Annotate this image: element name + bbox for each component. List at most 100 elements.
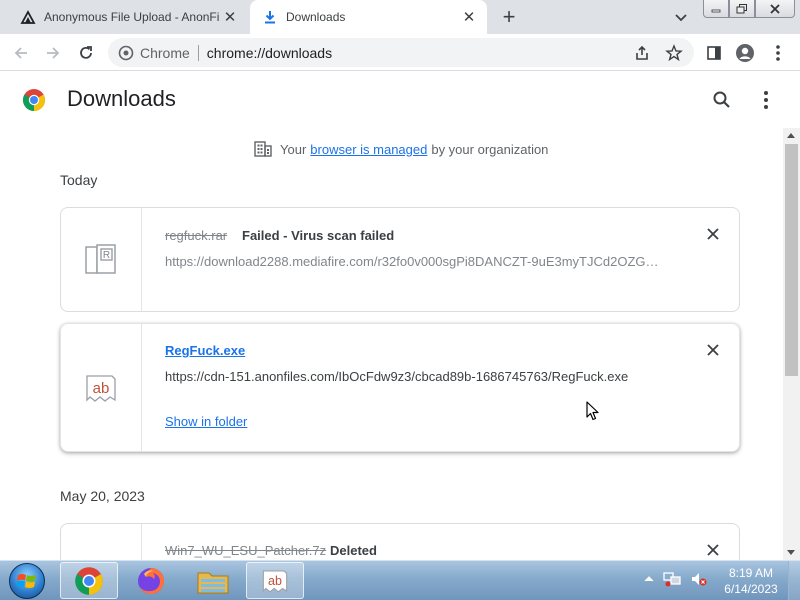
download-status: Deleted — [330, 543, 377, 558]
download-status: Failed - Virus scan failed — [242, 228, 395, 243]
network-icon[interactable] — [663, 571, 681, 587]
file-explorer-icon — [197, 572, 229, 593]
tab-strip: Anonymous File Upload - AnonFiles ✕ Down… — [0, 0, 800, 34]
clock-time: 8:19 AM — [728, 566, 774, 580]
share-button[interactable] — [629, 40, 655, 66]
close-tab-icon[interactable]: ✕ — [459, 7, 479, 27]
taskbar-regfuck-app[interactable]: ab — [246, 562, 304, 599]
site-label: Chrome — [140, 44, 190, 61]
volume-muted-icon[interactable] — [690, 571, 708, 587]
file-icon-panel: ab — [61, 324, 142, 451]
show-desktop-button[interactable] — [788, 561, 800, 600]
remove-download-button[interactable] — [703, 540, 723, 560]
url-text[interactable]: chrome://downloads — [207, 45, 332, 61]
tab-search-chevron-icon[interactable] — [672, 8, 690, 26]
kebab-menu-icon — [776, 45, 780, 61]
windows-taskbar: ab 8:19 AM 6/14/2023 — [0, 560, 800, 600]
downloads-menu-button[interactable] — [756, 89, 776, 111]
taskbar-firefox[interactable] — [122, 562, 180, 599]
anonfiles-icon — [20, 9, 36, 25]
star-icon — [665, 44, 683, 62]
share-icon — [636, 45, 648, 60]
remove-download-button[interactable] — [703, 224, 723, 244]
taskbar-clock[interactable]: 8:19 AM 6/14/2023 — [716, 565, 786, 597]
browser-managed-link[interactable]: browser is managed — [310, 142, 427, 157]
svg-text:ab: ab — [268, 574, 282, 588]
file-source-url[interactable]: https://cdn-151.anonfiles.com/IbOcFdw9z3… — [165, 369, 685, 384]
arrow-right-icon — [47, 47, 60, 59]
tab-downloads[interactable]: Downloads ✕ — [250, 0, 487, 34]
tab-anonfiles[interactable]: Anonymous File Upload - AnonFiles ✕ — [8, 0, 248, 34]
close-tab-icon[interactable]: ✕ — [220, 7, 240, 27]
reload-button[interactable] — [73, 40, 99, 66]
date-header-may-20: May 20, 2023 — [60, 488, 145, 504]
page-scrollbar[interactable] — [783, 128, 800, 560]
building-icon — [254, 141, 272, 157]
close-icon — [707, 544, 719, 556]
close-window-button[interactable] — [755, 0, 795, 18]
scroll-up-arrow-icon[interactable] — [787, 133, 795, 138]
kebab-dot — [764, 91, 768, 95]
executable-file-icon: ab — [86, 375, 116, 402]
file-name: Win7_WU_ESU_Patcher.7z — [165, 543, 327, 558]
tab-title: Downloads — [286, 10, 346, 24]
back-button[interactable] — [8, 40, 34, 66]
file-source-url[interactable]: https://download2288.mediafire.com/r32fo… — [165, 254, 665, 269]
close-icon — [707, 344, 719, 356]
side-panel-button[interactable] — [701, 40, 727, 66]
kebab-dot — [764, 105, 768, 109]
search-icon — [713, 91, 730, 108]
downloads-header: Downloads — [0, 72, 800, 128]
managed-notice: Your browser is managed by your organiza… — [254, 140, 548, 158]
svg-text:ab: ab — [93, 380, 110, 397]
download-icon — [262, 9, 278, 25]
avatar-icon — [736, 44, 754, 62]
kebab-dot — [764, 98, 768, 102]
tab-title: Anonymous File Upload - AnonFiles — [44, 10, 220, 24]
system-tray — [644, 571, 708, 587]
page-title: Downloads — [67, 86, 176, 111]
scroll-down-arrow-icon[interactable] — [787, 550, 795, 555]
managed-prefix: Your — [280, 141, 307, 157]
windows-logo-icon — [9, 563, 45, 599]
taskbar-file-explorer[interactable] — [184, 562, 242, 599]
file-name[interactable]: regfuck.rar — [165, 228, 227, 243]
mouse-cursor-icon — [586, 401, 599, 421]
scrollbar-thumb[interactable] — [785, 144, 798, 376]
file-name-link[interactable]: RegFuck.exe — [165, 343, 245, 358]
browser-toolbar: Chrome chrome://downloads — [0, 34, 800, 71]
firefox-icon — [138, 567, 164, 594]
chrome-site-icon — [118, 45, 134, 60]
download-item-failed: R regfuck.rar Failed - Virus scan failed… — [60, 207, 740, 312]
arrow-left-icon — [14, 47, 27, 59]
bookmark-button[interactable] — [661, 40, 687, 66]
forward-button[interactable] — [40, 40, 66, 66]
chrome-logo-icon — [23, 89, 45, 111]
date-header-today: Today — [60, 172, 98, 188]
close-icon — [707, 228, 719, 240]
minimize-window-button[interactable] — [703, 0, 729, 18]
search-downloads-button[interactable] — [711, 89, 733, 111]
svg-text:R: R — [103, 250, 110, 261]
show-in-folder-link[interactable]: Show in folder — [165, 414, 247, 429]
clock-date: 6/14/2023 — [724, 582, 778, 596]
start-button[interactable] — [4, 562, 50, 600]
new-tab-button[interactable]: + — [498, 4, 520, 29]
profile-button[interactable] — [732, 40, 758, 66]
show-hidden-icons-icon[interactable] — [644, 574, 654, 584]
remove-download-button[interactable] — [703, 340, 723, 360]
taskbar-chrome[interactable] — [60, 562, 118, 599]
download-item-completed: ab RegFuck.exe https://cdn-151.anonfiles… — [60, 323, 740, 452]
chrome-icon — [75, 566, 103, 595]
site-info[interactable]: Chrome — [118, 45, 190, 61]
omnibox-divider — [197, 44, 199, 61]
reload-icon — [80, 46, 92, 59]
side-panel-icon — [707, 46, 721, 60]
file-icon-panel: R — [61, 208, 142, 311]
managed-suffix: by your organization — [431, 141, 549, 157]
regfuck-app-icon: ab — [262, 569, 288, 593]
restore-window-button[interactable] — [729, 0, 755, 18]
archive-file-icon: R — [85, 244, 116, 274]
chrome-menu-button[interactable] — [765, 40, 791, 66]
address-bar[interactable]: Chrome chrome://downloads — [108, 38, 694, 67]
